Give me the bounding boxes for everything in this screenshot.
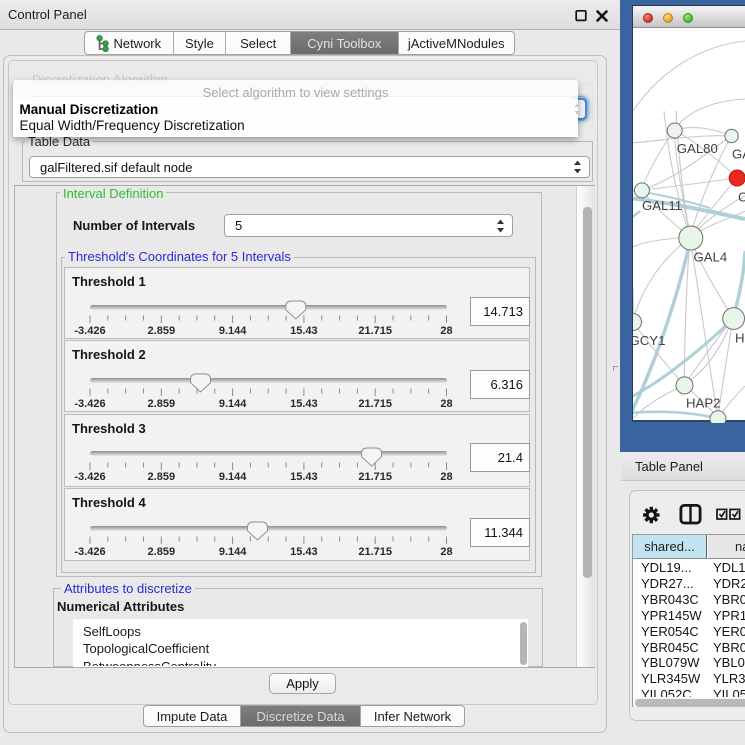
svg-text:GCY1: GCY1 [633, 333, 665, 348]
svg-text:HIS4: HIS4 [735, 331, 745, 346]
svg-text:GAL4: GAL4 [732, 147, 745, 162]
svg-text:HAP2: HAP2 [686, 396, 720, 411]
svg-text:GAL11: GAL11 [642, 198, 682, 213]
svg-text:CYC8: CYC8 [738, 190, 745, 205]
svg-text:GAL4: GAL4 [694, 250, 728, 265]
svg-text:GAL80: GAL80 [677, 141, 718, 156]
